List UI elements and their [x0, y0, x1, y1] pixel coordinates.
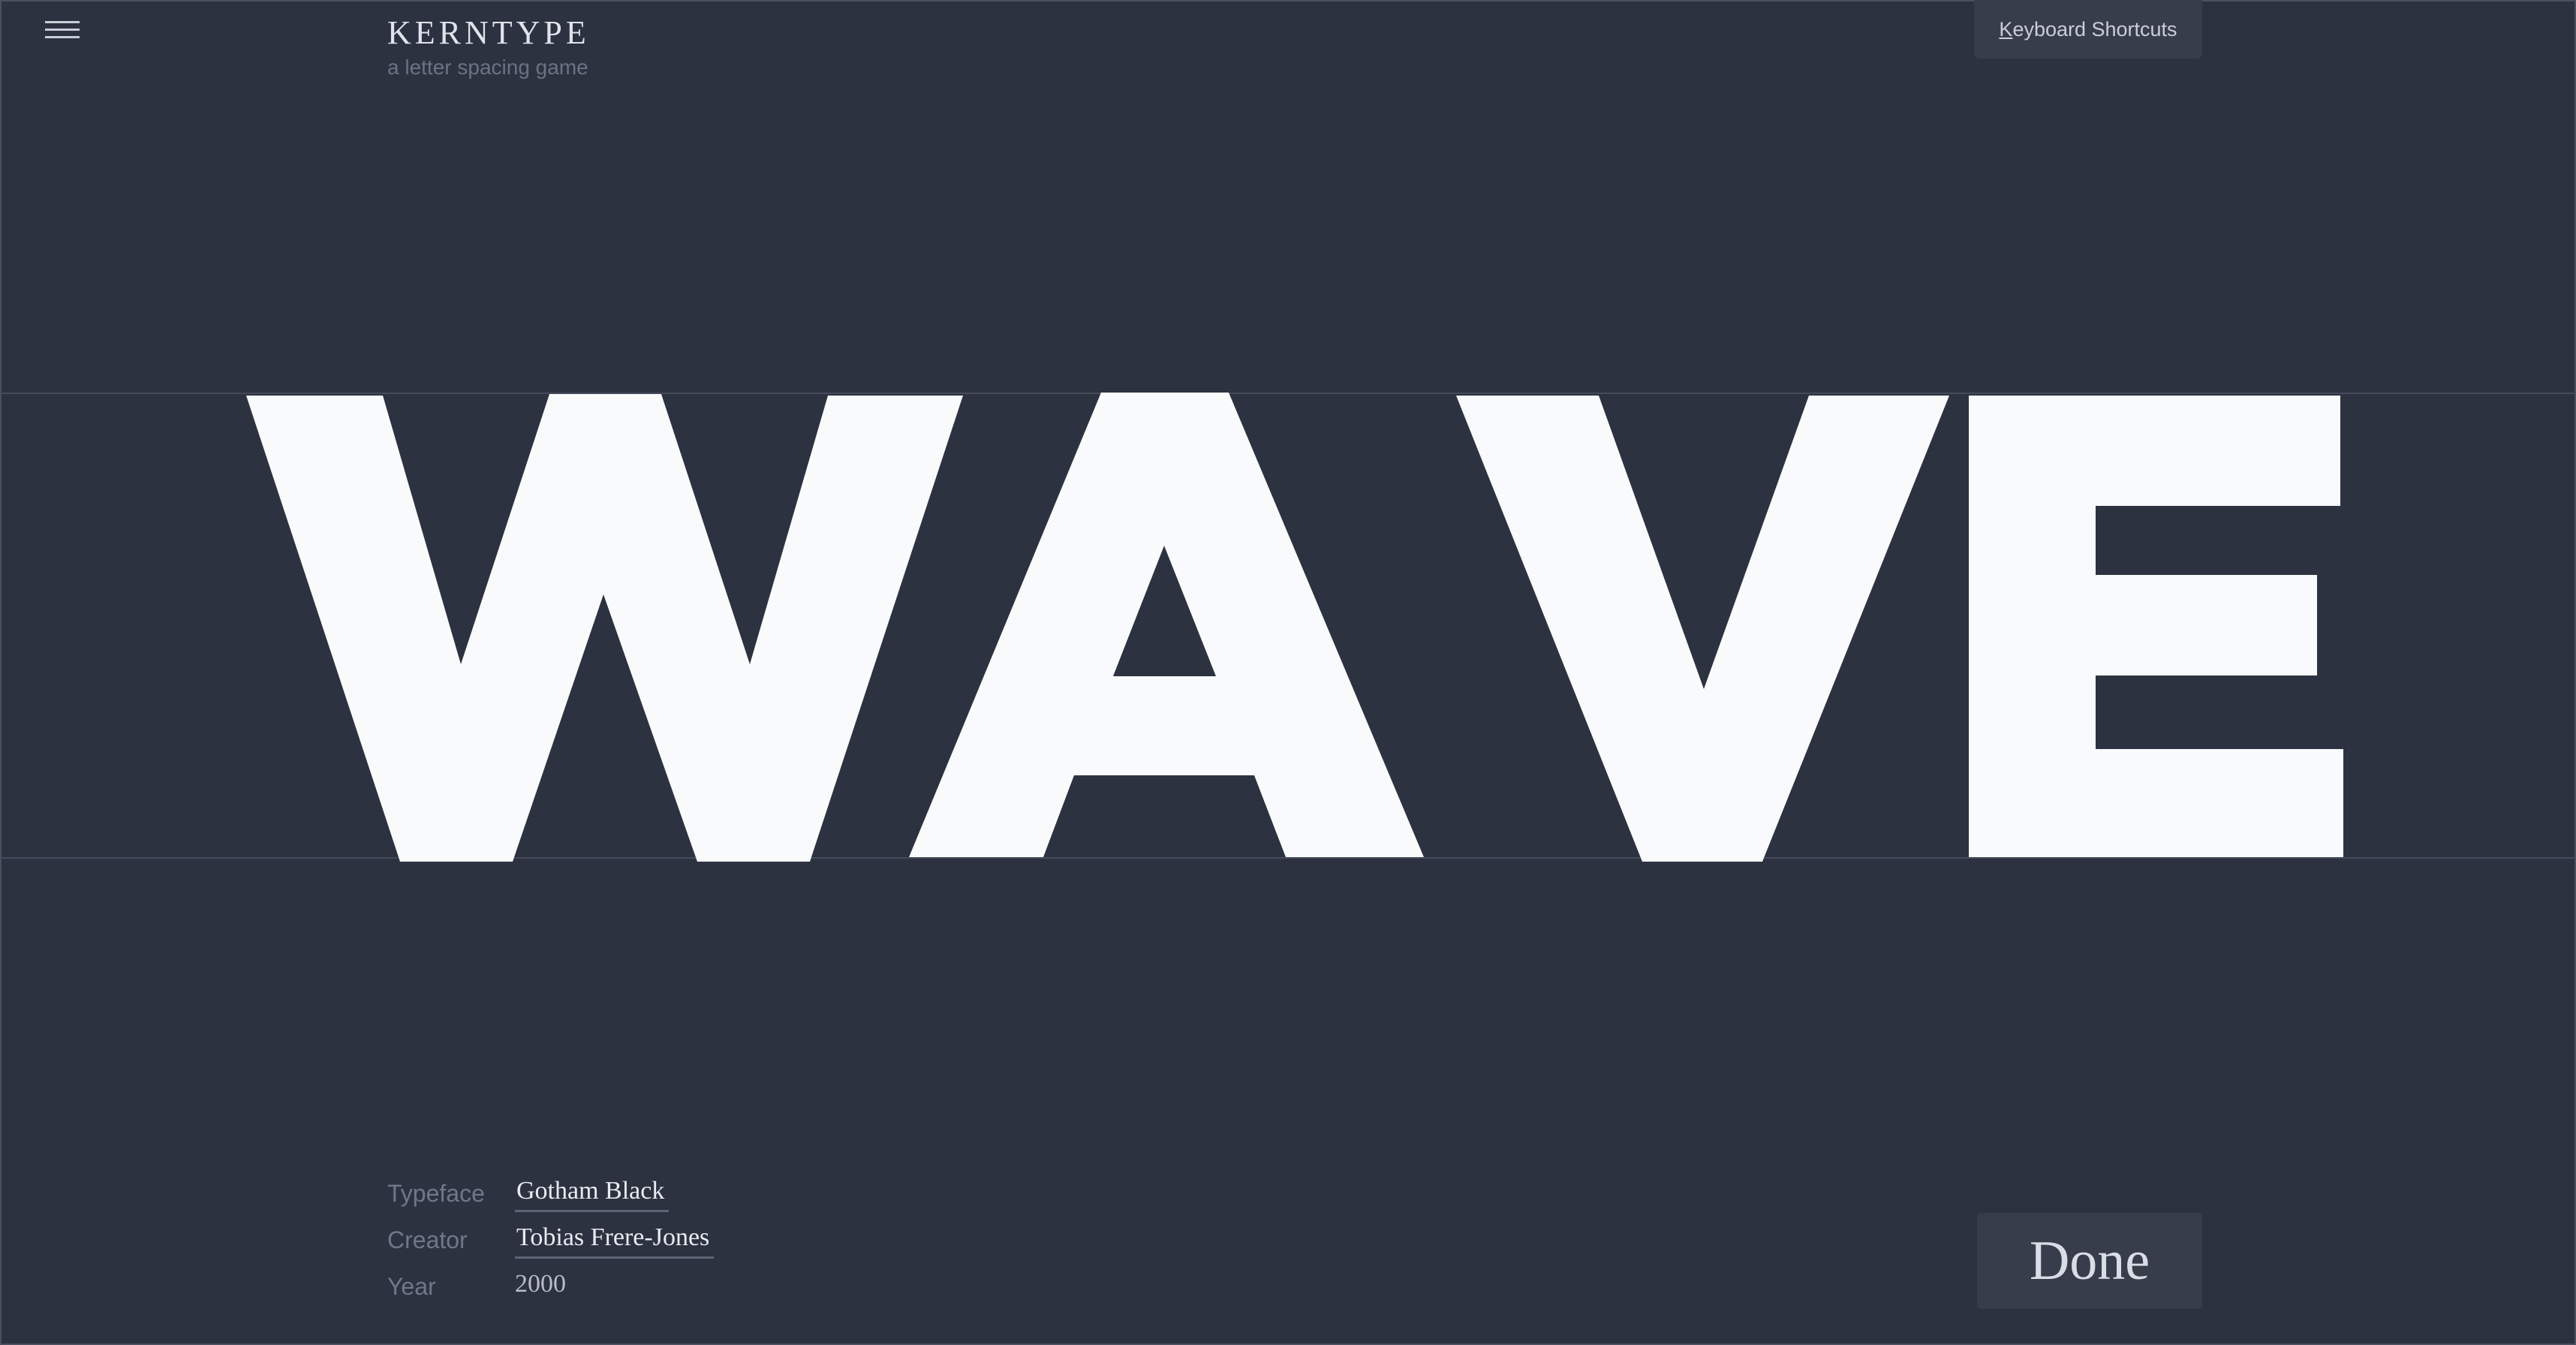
typeface-link[interactable]: Gotham Black — [515, 1177, 670, 1212]
year-label: Year — [387, 1273, 436, 1300]
letter-a[interactable] — [909, 393, 1424, 857]
letter-e[interactable] — [1969, 396, 2343, 857]
typeface-label: Typeface — [387, 1180, 485, 1207]
done-button[interactable]: Done — [1977, 1213, 2202, 1309]
year-value: 2000 — [515, 1270, 566, 1298]
creator-link[interactable]: Tobias Frere-Jones — [515, 1223, 715, 1259]
letter-v[interactable] — [1456, 396, 1949, 862]
letter-w[interactable] — [246, 394, 963, 862]
kerning-word — [246, 393, 2343, 862]
creator-label: Creator — [387, 1226, 468, 1253]
